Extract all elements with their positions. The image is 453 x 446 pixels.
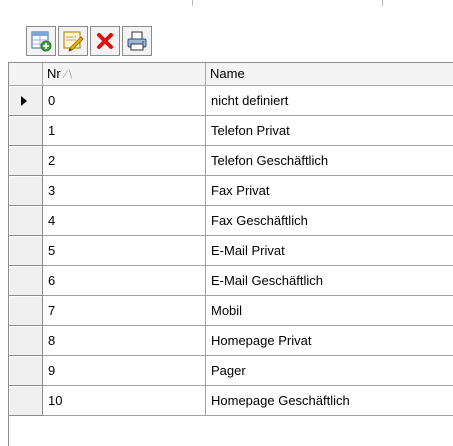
cell-nr[interactable]: 2	[43, 146, 206, 176]
cell-nr[interactable]: 3	[43, 176, 206, 206]
table-row[interactable]: 2 Telefon Geschäftlich	[9, 146, 453, 176]
window-top-edge	[0, 0, 453, 16]
edit-record-button[interactable]	[58, 26, 88, 56]
row-selector[interactable]	[9, 206, 43, 236]
data-grid[interactable]: Nr ∕∖ Name 0 nicht definiert 1 Telefon Priva…	[8, 62, 453, 446]
cell-name[interactable]: Homepage Privat	[206, 326, 453, 356]
cell-nr[interactable]: 9	[43, 356, 206, 386]
table-row[interactable]: 4 Fax Geschäftlich	[9, 206, 453, 236]
cell-name[interactable]: Telefon Privat	[206, 116, 453, 146]
cell-name[interactable]: Fax Privat	[206, 176, 453, 206]
grid-header-row: Nr ∕∖ Name	[9, 63, 453, 86]
column-header-name-label: Name	[210, 66, 245, 81]
cell-name[interactable]: E-Mail Geschäftlich	[206, 266, 453, 296]
row-selector[interactable]	[9, 386, 43, 416]
sort-ascending-icon: ∕∖	[64, 69, 74, 81]
cell-nr[interactable]: 0	[43, 86, 206, 116]
table-row[interactable]: 0 nicht definiert	[9, 86, 453, 116]
table-row[interactable]: 3 Fax Privat	[9, 176, 453, 206]
table-row[interactable]: 5 E-Mail Privat	[9, 236, 453, 266]
table-row[interactable]: 1 Telefon Privat	[9, 116, 453, 146]
row-selector[interactable]	[9, 356, 43, 386]
row-selector[interactable]	[9, 176, 43, 206]
delete-button[interactable]	[90, 26, 120, 56]
cell-nr[interactable]: 4	[43, 206, 206, 236]
cell-nr[interactable]: 8	[43, 326, 206, 356]
cell-name[interactable]: nicht definiert	[206, 86, 453, 116]
row-selector[interactable]	[9, 326, 43, 356]
row-selector[interactable]	[9, 86, 43, 116]
row-selector[interactable]	[9, 296, 43, 326]
cell-nr[interactable]: 10	[43, 386, 206, 416]
cell-name[interactable]: Homepage Geschäftlich	[206, 386, 453, 416]
table-row[interactable]: 10 Homepage Geschäftlich	[9, 386, 453, 416]
delete-icon	[97, 33, 113, 49]
row-selector[interactable]	[9, 266, 43, 296]
cell-name[interactable]: Fax Geschäftlich	[206, 206, 453, 236]
column-header-nr-label: Nr	[47, 66, 61, 81]
row-selector-header	[9, 63, 43, 86]
cell-name[interactable]: Pager	[206, 356, 453, 386]
cell-name[interactable]: E-Mail Privat	[206, 236, 453, 266]
column-divider-mark	[382, 0, 383, 6]
toolbar	[26, 24, 152, 58]
print-button[interactable]	[122, 26, 152, 56]
cell-nr[interactable]: 6	[43, 266, 206, 296]
cell-nr[interactable]: 1	[43, 116, 206, 146]
table-row[interactable]: 6 E-Mail Geschäftlich	[9, 266, 453, 296]
add-record-icon	[31, 31, 52, 52]
print-icon	[127, 31, 147, 51]
add-record-button[interactable]	[26, 26, 56, 56]
cell-nr[interactable]: 7	[43, 296, 206, 326]
current-row-arrow-icon	[21, 96, 27, 106]
edit-record-icon	[63, 31, 84, 52]
table-row[interactable]: 9 Pager	[9, 356, 453, 386]
table-row[interactable]: 8 Homepage Privat	[9, 326, 453, 356]
cell-name[interactable]: Mobil	[206, 296, 453, 326]
cell-name[interactable]: Telefon Geschäftlich	[206, 146, 453, 176]
column-header-name[interactable]: Name	[206, 63, 453, 86]
row-selector[interactable]	[9, 116, 43, 146]
cell-nr[interactable]: 5	[43, 236, 206, 266]
table-row[interactable]: 7 Mobil	[9, 296, 453, 326]
column-header-nr[interactable]: Nr ∕∖	[43, 63, 206, 86]
row-selector[interactable]	[9, 146, 43, 176]
row-selector[interactable]	[9, 236, 43, 266]
column-divider-mark	[192, 0, 193, 6]
